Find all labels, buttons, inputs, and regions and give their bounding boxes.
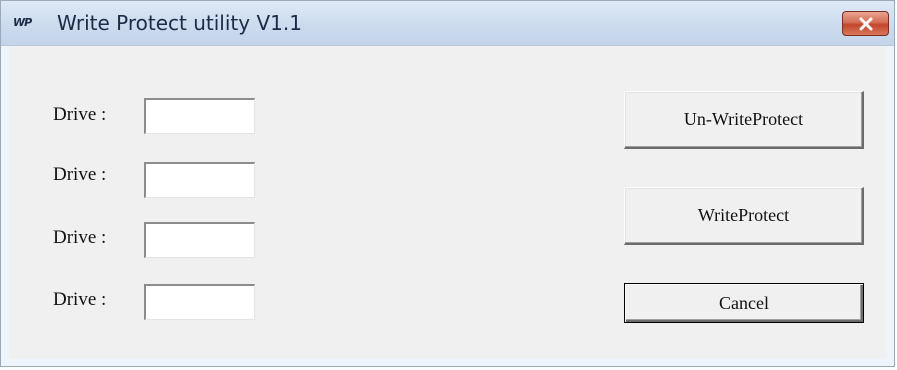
unwriteprotect-button-label: Un-WriteProtect [683, 109, 804, 129]
drive-input-1[interactable] [144, 98, 255, 134]
drive-label-1: Drive : [53, 104, 107, 125]
dialog-client-area: Drive : Drive : Drive : Drive : Un-Write… [9, 46, 886, 359]
drive-input-4[interactable] [144, 284, 255, 320]
writeprotect-button-label: WriteProtect [697, 205, 790, 225]
close-icon [858, 17, 874, 31]
window-title: Write Protect utility V1.1 [57, 11, 302, 35]
write-protect-app-icon: WP [13, 16, 32, 29]
title-bar[interactable]: WP Write Protect utility V1.1 [1, 1, 894, 46]
unwriteprotect-button[interactable]: Un-WriteProtect [624, 91, 864, 149]
close-button[interactable] [842, 11, 889, 36]
dialog-window: WP Write Protect utility V1.1 Drive : Dr… [0, 0, 895, 367]
drive-label-2: Drive : [53, 164, 107, 185]
drive-label-4: Drive : [53, 289, 107, 310]
drive-input-3[interactable] [144, 222, 255, 258]
drive-input-2[interactable] [144, 162, 255, 198]
drive-label-3: Drive : [53, 227, 107, 248]
cancel-button-label: Cancel [719, 292, 769, 313]
cancel-button[interactable]: Cancel [624, 283, 864, 323]
writeprotect-button[interactable]: WriteProtect [624, 187, 864, 245]
